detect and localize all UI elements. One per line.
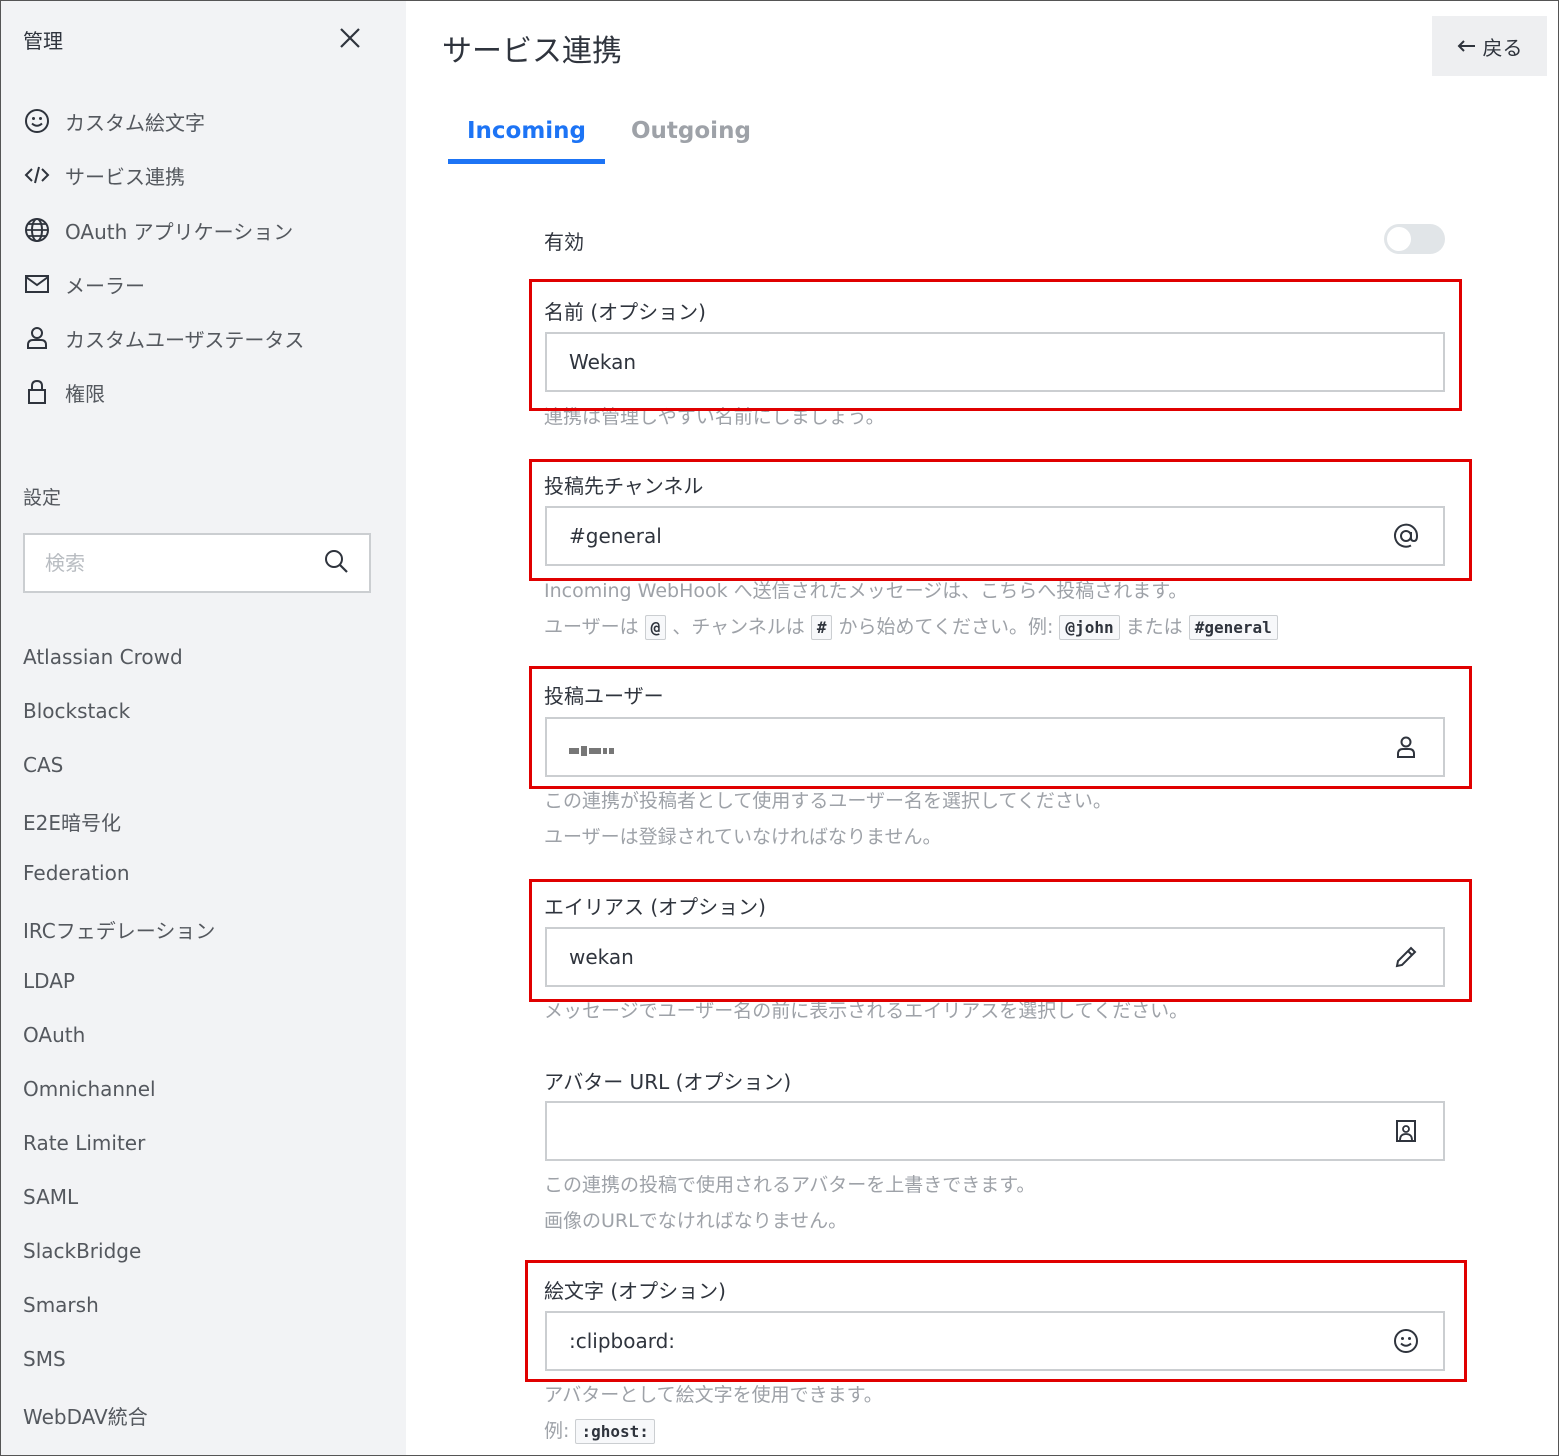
toggle-knob — [1387, 227, 1411, 251]
admin-sidebar: 管理 カスタム絵文字 サービス連携 OAuth アプリケーション メーラー カス… — [1, 1, 406, 1455]
sidebar-item-oauth-apps[interactable]: OAuth アプリケーション — [23, 212, 293, 248]
code-icon — [23, 161, 51, 189]
sidebar-item-custom-emoji[interactable]: カスタム絵文字 — [23, 103, 205, 139]
page-title: サービス連携 — [442, 34, 622, 69]
arrow-left-icon — [1457, 35, 1477, 58]
sidebar-title: 管理 — [23, 29, 63, 53]
sidebar-item-label: 権限 — [65, 381, 105, 406]
sidebar-item-label: メーラー — [65, 273, 145, 298]
sidebar-item-label: カスタム絵文字 — [65, 110, 205, 135]
enabled-toggle[interactable] — [1384, 224, 1445, 254]
setting-federation[interactable]: Federation — [23, 861, 130, 885]
smiley-icon — [23, 107, 51, 135]
back-label: 戻る — [1482, 37, 1523, 60]
avatar-url-field[interactable] — [545, 1101, 1445, 1161]
sidebar-item-mailer[interactable]: メーラー — [23, 266, 145, 302]
emoji-hint-example: 例: :ghost: — [544, 1416, 655, 1444]
code-at: @ — [644, 615, 667, 640]
close-icon[interactable] — [337, 25, 363, 51]
pencil-icon — [1391, 942, 1421, 972]
emoji-hint: アバターとして絵文字を使用できます。 — [544, 1384, 883, 1406]
alias-field[interactable]: wekan — [545, 927, 1445, 987]
alias-hint: メッセージでユーザー名の前に表示されるエイリアスを選択してください。 — [544, 1000, 1189, 1022]
hint-text: または — [1125, 616, 1183, 638]
enabled-label: 有効 — [544, 230, 584, 254]
setting-ldap[interactable]: LDAP — [23, 969, 75, 993]
user-icon — [1391, 732, 1421, 762]
sidebar-item-label: カスタムユーザステータス — [65, 327, 305, 352]
name-value: Wekan — [569, 350, 637, 374]
user-field[interactable] — [545, 717, 1445, 777]
setting-atlassian-crowd[interactable]: Atlassian Crowd — [23, 645, 183, 669]
channel-field[interactable]: #general — [545, 506, 1445, 566]
setting-omnichannel[interactable]: Omnichannel — [23, 1077, 156, 1101]
search-input[interactable] — [45, 551, 285, 575]
code-example-emoji: :ghost: — [575, 1419, 655, 1444]
hint-text: ユーザーは — [544, 616, 639, 638]
sidebar-item-label: サービス連携 — [65, 164, 185, 189]
code-hash: # — [810, 615, 833, 640]
user-label: 投稿ユーザー — [544, 684, 664, 708]
setting-irc-federation[interactable]: IRCフェデレーション — [23, 915, 215, 944]
setting-oauth[interactable]: OAuth — [23, 1023, 85, 1047]
globe-icon — [23, 216, 51, 244]
setting-cas[interactable]: CAS — [23, 753, 63, 777]
name-field[interactable]: Wekan — [545, 332, 1445, 392]
name-hint: 連携は管理しやすい名前にしましょう。 — [544, 406, 885, 428]
search-icon[interactable] — [323, 548, 349, 578]
setting-sms[interactable]: SMS — [23, 1347, 66, 1371]
settings-search-box[interactable] — [23, 533, 371, 593]
alias-label: エイリアス (オプション) — [544, 895, 766, 919]
setting-blockstack[interactable]: Blockstack — [23, 699, 130, 723]
code-example-channel: #general — [1188, 615, 1278, 640]
smiley-icon — [1391, 1326, 1421, 1356]
channel-label: 投稿先チャンネル — [544, 474, 704, 498]
emoji-label: 絵文字 (オプション) — [544, 1279, 726, 1303]
mail-icon — [23, 270, 51, 298]
user-value-redacted — [569, 735, 1391, 759]
setting-smarsh[interactable]: Smarsh — [23, 1293, 99, 1317]
sidebar-item-permissions[interactable]: 権限 — [23, 374, 105, 410]
settings-section-title: 設定 — [23, 487, 62, 509]
sidebar-item-integrations[interactable]: サービス連携 — [23, 157, 185, 193]
tab-outgoing[interactable]: Outgoing — [631, 118, 751, 144]
avatar-label: アバター URL (オプション) — [544, 1070, 792, 1094]
channel-value: #general — [569, 524, 662, 548]
setting-webdav[interactable]: WebDAV統合 — [23, 1401, 148, 1430]
hint-text: 、チャンネルは — [672, 616, 805, 638]
hint-text: 例: — [544, 1420, 570, 1442]
avatar-hint: この連携の投稿で使用されるアバターを上書きできます。 — [544, 1174, 1036, 1196]
setting-saml[interactable]: SAML — [23, 1185, 78, 1209]
user-icon — [23, 324, 51, 352]
setting-slackbridge[interactable]: SlackBridge — [23, 1239, 141, 1263]
avatar-hint-2: 画像のURLでなければなりません。 — [544, 1210, 848, 1232]
sidebar-item-custom-user-status[interactable]: カスタムユーザステータス — [23, 320, 304, 356]
back-button[interactable]: 戻る — [1432, 16, 1547, 76]
user-hint: この連携が投稿者として使用するユーザー名を選択してください。 — [544, 790, 1112, 812]
setting-rate-limiter[interactable]: Rate Limiter — [23, 1131, 145, 1155]
alias-value: wekan — [569, 945, 634, 969]
tab-incoming[interactable]: Incoming — [448, 118, 605, 164]
avatar-image-icon — [1391, 1116, 1421, 1146]
channel-hint-examples: ユーザーは @ 、チャンネルは # から始めてください。例: @john または… — [544, 612, 1278, 640]
hint-text: から始めてください。例: — [838, 616, 1054, 638]
emoji-value: :clipboard: — [569, 1329, 676, 1353]
channel-hint: Incoming WebHook へ送信されたメッセージは、こちらへ投稿されます… — [544, 580, 1188, 602]
lock-icon — [23, 378, 51, 406]
name-label: 名前 (オプション) — [544, 300, 706, 324]
code-example-user: @john — [1059, 615, 1120, 640]
sidebar-item-label: OAuth アプリケーション — [65, 219, 294, 244]
setting-e2e[interactable]: E2E暗号化 — [23, 807, 121, 836]
emoji-field[interactable]: :clipboard: — [545, 1311, 1445, 1371]
user-hint-2: ユーザーは登録されていなければなりません。 — [544, 826, 942, 848]
at-sign-icon — [1391, 521, 1421, 551]
